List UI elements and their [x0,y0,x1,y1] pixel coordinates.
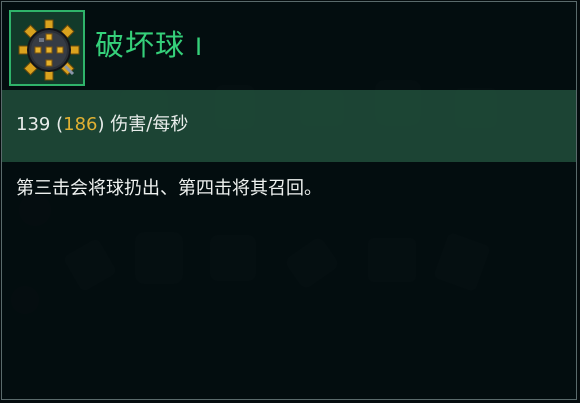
item-tooltip: 破坏球 I 139 (186) 伤害/每秒 第三击会将球扔出、第四击将其召回。 [1,1,577,400]
item-icon-frame [9,10,85,86]
item-name: 破坏球 [95,28,186,62]
damage-unit: 伤害/每秒 [110,114,189,135]
item-description: 第三击会将球扔出、第四击将其召回。 [16,178,322,199]
spiked-ball-icon [18,19,80,81]
upgraded-damage: 186 [63,114,98,135]
base-damage: 139 [16,114,51,135]
damage-stat: 139 (186) 伤害/每秒 [16,114,188,136]
damage-stat-band: 139 (186) 伤害/每秒 [2,90,576,162]
close-paren: ) [97,114,105,135]
item-title: 破坏球 I [95,28,203,64]
item-tier: I [195,33,204,61]
tooltip-header: 破坏球 I [2,2,576,90]
